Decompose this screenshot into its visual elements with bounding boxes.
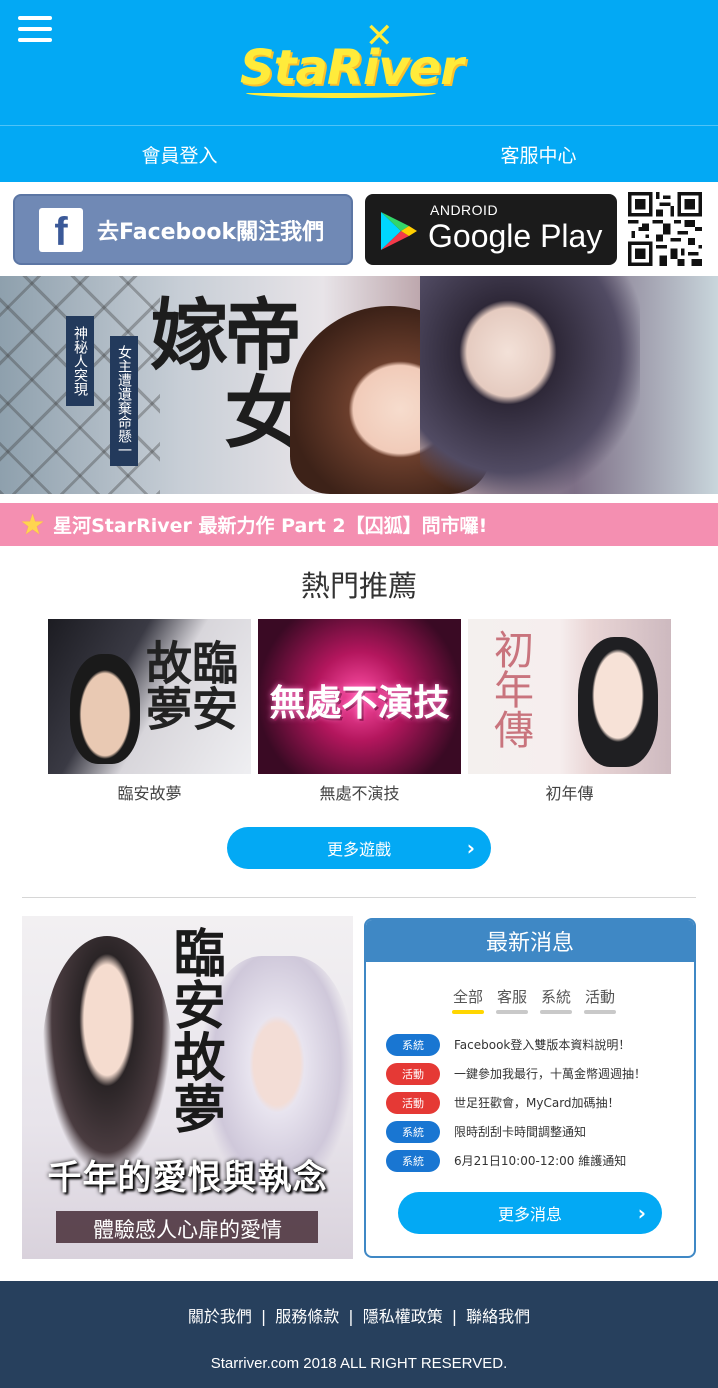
news-title: 最新消息 bbox=[366, 920, 694, 962]
game-art-title: 臨安故夢 bbox=[139, 639, 239, 731]
tab-label: 客服 bbox=[496, 988, 527, 1006]
footer-link-contact[interactable]: 聯絡我們 bbox=[466, 1307, 530, 1326]
banner-character-male bbox=[420, 276, 640, 494]
news-item[interactable]: 系統 限時刮刮卡時間調整通知 bbox=[386, 1117, 686, 1146]
tab-indicator bbox=[584, 1010, 616, 1014]
footer-link-terms[interactable]: 服務條款 bbox=[275, 1307, 339, 1326]
site-header: StaRiver ✕ bbox=[0, 0, 718, 125]
news-item[interactable]: 系統 Facebook登入雙版本資料說明！ bbox=[386, 1030, 686, 1059]
news-list: 系統 Facebook登入雙版本資料說明！ 活動 一鍵參加我最行，十萬金幣週週抽… bbox=[386, 1030, 686, 1175]
promo-character-female bbox=[42, 936, 172, 1176]
google-play-icon bbox=[381, 212, 417, 250]
footer-separator: | bbox=[348, 1307, 354, 1326]
category-badge: 系統 bbox=[386, 1120, 440, 1143]
game-art-title: 初年傳 bbox=[487, 629, 533, 749]
site-footer: 關於我們 | 服務條款 | 隱私權政策 | 聯絡我們 Starriver.com 2018 … bbox=[0, 1281, 718, 1388]
banner-tag: 女主遭遺棄命懸一 bbox=[110, 336, 138, 466]
logo-swoosh bbox=[246, 88, 436, 98]
promo-headline: 千年的愛恨與執念 bbox=[47, 1158, 328, 1198]
nav-customer-service[interactable]: 客服中心 bbox=[359, 126, 718, 182]
chevron-right-icon: › bbox=[466, 836, 475, 860]
news-item[interactable]: 系統 6月21日10:00-12:00 維護通知 bbox=[386, 1146, 686, 1175]
logo-star-icon: ✕ bbox=[365, 16, 394, 56]
banner-tag: 神秘人突現 bbox=[66, 316, 94, 406]
announcement-text: 星河StarRiver 最新力作 Part 2【囚狐】問市囉! bbox=[53, 515, 488, 537]
tab-indicator bbox=[540, 1010, 572, 1014]
chevron-right-icon: › bbox=[637, 1201, 646, 1225]
top-nav: 會員登入 客服中心 bbox=[0, 125, 718, 182]
footer-links: 關於我們 | 服務條款 | 隱私權政策 | 聯絡我們 bbox=[0, 1303, 718, 1327]
copyright-text: Starriver.com 2018 ALL RIGHT RESERVED. bbox=[210, 1355, 508, 1372]
game-thumbnail: 臨安故夢 bbox=[48, 619, 251, 774]
tab-system[interactable]: 系統 bbox=[540, 986, 572, 1014]
tab-all[interactable]: 全部 bbox=[452, 986, 484, 1014]
footer-separator: | bbox=[260, 1307, 267, 1326]
game-name: 無處不演技 bbox=[319, 784, 400, 803]
more-games-label: 更多遊戲 bbox=[326, 840, 391, 859]
game-name: 臨安故夢 bbox=[117, 784, 182, 803]
tab-label: 系統 bbox=[540, 988, 571, 1006]
tab-indicator bbox=[452, 1010, 484, 1014]
tab-indicator bbox=[496, 1010, 528, 1014]
footer-link-privacy[interactable]: 隱私權政策 bbox=[363, 1307, 443, 1326]
category-badge: 活動 bbox=[386, 1091, 440, 1114]
google-play-label: Google Play bbox=[428, 218, 603, 254]
game-name: 初年傳 bbox=[545, 784, 594, 803]
footer-link-about[interactable]: 關於我們 bbox=[188, 1307, 252, 1326]
hero-banner[interactable]: 神秘人突現 女主遭遺棄命懸一 帝女嫁 bbox=[0, 276, 718, 494]
banner-title: 帝女嫁 bbox=[137, 294, 303, 450]
google-play-button[interactable]: ANDROID Google Play bbox=[365, 194, 617, 265]
facebook-follow-label: 去Facebook關注我們 bbox=[97, 219, 325, 245]
more-games-button[interactable]: 更多遊戲 › bbox=[227, 827, 491, 869]
news-item[interactable]: 活動 一鍵參加我最行，十萬金幣週週抽！ bbox=[386, 1059, 686, 1088]
promo-banner[interactable]: 臨安故夢 千年的愛恨與執念 體驗感人心扉的愛情 bbox=[22, 916, 353, 1259]
category-badge: 系統 bbox=[386, 1149, 440, 1172]
section-title: 熱門推薦 bbox=[300, 569, 417, 603]
starriver-logo[interactable]: StaRiver ✕ bbox=[240, 16, 480, 102]
facebook-icon: f bbox=[39, 207, 83, 252]
game-card[interactable]: 臨安故夢 臨安故夢 bbox=[48, 619, 251, 804]
facebook-follow-button[interactable]: f 去Facebook關注我們 bbox=[13, 194, 353, 265]
tab-events[interactable]: 活動 bbox=[584, 986, 616, 1014]
news-item[interactable]: 活動 世足狂歡會，MyCard加碼抽！ bbox=[386, 1088, 686, 1117]
announcement-bar[interactable]: ★ 星河StarRiver 最新力作 Part 2【囚狐】問市囉! bbox=[0, 503, 718, 546]
promo-subline: 體驗感人心扉的愛情 bbox=[93, 1218, 282, 1242]
news-text: Facebook登入雙版本資料說明！ bbox=[454, 1038, 631, 1052]
news-text: 世足狂歡會，MyCard加碼抽！ bbox=[454, 1096, 620, 1110]
news-text: 一鍵參加我最行，十萬金幣週週抽！ bbox=[454, 1067, 647, 1081]
tab-customer-service[interactable]: 客服 bbox=[496, 986, 528, 1014]
game-thumbnail: 無處不演技 bbox=[258, 619, 461, 774]
category-badge: 活動 bbox=[386, 1062, 440, 1085]
game-list: 臨安故夢 臨安故夢 無處不演技 無處不演技 初年傳 初年傳 bbox=[48, 619, 672, 804]
news-panel: 最新消息 全部 客服 系統 活動 系統 Facebook登入雙版本資料說明！ 活… bbox=[364, 918, 696, 1258]
character-art bbox=[578, 637, 658, 767]
menu-icon[interactable] bbox=[18, 16, 52, 46]
more-news-button[interactable]: 更多消息 › bbox=[398, 1192, 662, 1234]
nav-member-login[interactable]: 會員登入 bbox=[0, 126, 359, 182]
promo-art-title: 臨安故夢 bbox=[164, 926, 225, 1134]
footer-separator: | bbox=[451, 1307, 458, 1326]
more-news-label: 更多消息 bbox=[497, 1205, 562, 1224]
news-tabs: 全部 客服 系統 活動 bbox=[452, 986, 628, 1014]
qr-code-icon bbox=[628, 192, 702, 266]
character-art bbox=[70, 654, 140, 764]
google-play-small-label: ANDROID bbox=[430, 202, 499, 218]
news-text: 限時刮刮卡時間調整通知 bbox=[454, 1125, 587, 1139]
category-badge: 系統 bbox=[386, 1033, 440, 1056]
game-card[interactable]: 初年傳 初年傳 bbox=[468, 619, 671, 804]
tab-label: 活動 bbox=[584, 988, 615, 1006]
game-card[interactable]: 無處不演技 無處不演技 bbox=[258, 619, 461, 804]
social-row: f 去Facebook關注我們 ANDROID Google Play bbox=[0, 192, 718, 268]
news-text: 6月21日10:00-12:00 維護通知 bbox=[454, 1154, 627, 1168]
divider bbox=[22, 897, 696, 898]
game-thumbnail: 初年傳 bbox=[468, 619, 671, 774]
tab-label: 全部 bbox=[452, 988, 483, 1006]
game-art-title: 無處不演技 bbox=[269, 682, 450, 724]
star-icon: ★ bbox=[20, 507, 46, 541]
